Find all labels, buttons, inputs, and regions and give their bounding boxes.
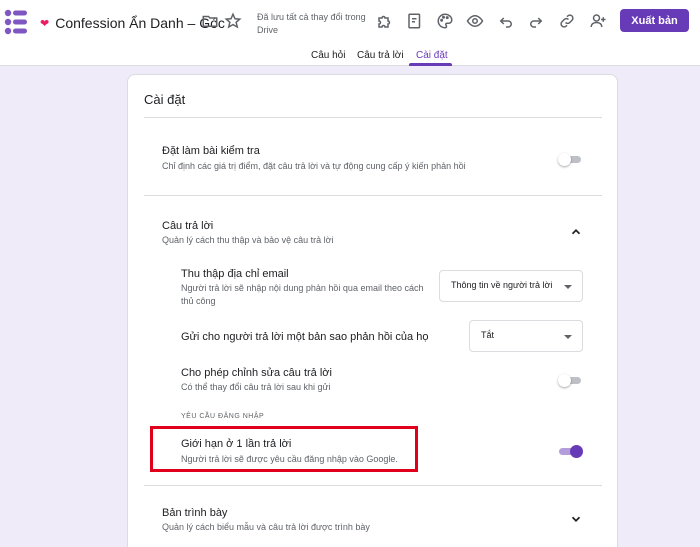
tab-settings[interactable]: Cài đặt	[416, 50, 448, 61]
presentation-section-description: Quản lý cách biểu mẫu và câu trả lời đượ…	[162, 522, 370, 532]
star-icon[interactable]	[224, 12, 242, 30]
add-collaborator-icon[interactable]	[589, 12, 607, 30]
chevron-down-icon[interactable]	[569, 512, 583, 526]
forms-logo-icon[interactable]	[4, 9, 28, 37]
tab-responses[interactable]: Câu trả lời	[357, 50, 404, 61]
palette-icon[interactable]	[436, 12, 454, 30]
quiz-toggle[interactable]	[558, 153, 581, 166]
save-status: Đã lưu tất cả thay đổi trong Drive	[257, 12, 366, 35]
presentation-section-title: Bản trình bày	[162, 507, 228, 519]
limit-one-response-toggle[interactable]	[559, 445, 583, 458]
document-title-text[interactable]: Confession Ẩn Danh – Góc	[55, 15, 225, 31]
settings-title: Cài đặt	[144, 92, 186, 107]
dropdown-caret-icon	[564, 285, 572, 289]
dropdown-caret-icon	[564, 335, 572, 339]
divider	[144, 485, 602, 486]
publish-button[interactable]: Xuất bản	[620, 9, 689, 32]
copy-settings-icon[interactable]	[406, 12, 424, 30]
quiz-setting-title: Đặt làm bài kiểm tra	[162, 145, 260, 157]
undo-icon[interactable]	[497, 12, 515, 30]
top-bar: ❤ Confession Ẩn Danh – Góc Đã lưu tất cả…	[0, 0, 700, 66]
settings-card: Cài đặt Đặt làm bài kiểm tra Chỉ định cá…	[127, 74, 618, 547]
heart-icon: ❤	[40, 16, 50, 30]
divider	[144, 117, 602, 118]
divider	[144, 195, 602, 196]
send-copy-dropdown[interactable]: Tắt	[469, 320, 583, 352]
responses-section-title: Câu trả lời	[162, 220, 214, 232]
collect-email-selected: Thông tin về người trả lời	[451, 280, 553, 290]
document-title[interactable]: ❤ Confession Ẩn Danh – Góc	[40, 13, 225, 33]
add-ons-icon[interactable]	[376, 12, 394, 30]
chevron-up-icon[interactable]	[569, 225, 583, 239]
collect-email-dropdown[interactable]: Thông tin về người trả lời	[439, 270, 583, 302]
active-tab-indicator	[409, 63, 452, 66]
preview-eye-icon[interactable]	[466, 12, 484, 30]
allow-edit-toggle[interactable]	[558, 374, 581, 387]
tab-questions[interactable]: Câu hỏi	[311, 50, 345, 61]
quiz-setting-description: Chỉ định các giá trị điểm, đặt câu trả l…	[162, 161, 466, 171]
send-copy-selected: Tắt	[481, 330, 495, 340]
login-required-heading: YÊU CẦU ĐĂNG NHẬP	[181, 413, 265, 420]
tab-bar: Câu hỏi Câu trả lời Cài đặt	[0, 44, 700, 66]
link-icon[interactable]	[558, 12, 576, 30]
collect-email-description: Người trả lời sẽ nhập nội dung phản hồi …	[181, 283, 424, 306]
redo-icon[interactable]	[527, 12, 545, 30]
send-copy-title: Gửi cho người trả lời một bản sao phản h…	[181, 331, 429, 343]
collect-email-title: Thu thập địa chỉ email	[181, 268, 289, 280]
responses-section-description: Quản lý cách thu thập và bảo vệ câu trả …	[162, 235, 334, 245]
allow-edit-description: Có thể thay đổi câu trả lời sau khi gửi	[181, 382, 331, 392]
folder-icon[interactable]	[201, 12, 219, 30]
allow-edit-title: Cho phép chỉnh sửa câu trả lời	[181, 367, 332, 379]
highlight-annotation-box	[150, 426, 418, 472]
